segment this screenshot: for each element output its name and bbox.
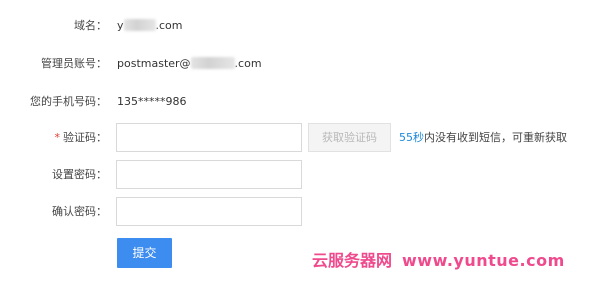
- submit-button[interactable]: 提交: [117, 238, 172, 268]
- countdown-text: 内没有收到短信，可重新获取: [424, 131, 567, 144]
- countdown-seconds: 55秒: [399, 131, 424, 144]
- admin-account-label: 管理员账号：: [41, 57, 107, 70]
- get-code-button[interactable]: 获取验证码: [308, 123, 391, 152]
- admin-account-suffix: .com: [234, 57, 262, 70]
- phone-value: 135*****986: [117, 95, 187, 108]
- admin-account-prefix: postmaster@: [117, 57, 191, 70]
- confirm-password-row: 确认密码：: [0, 197, 600, 227]
- domain-row: 域名： y .com: [0, 11, 600, 41]
- verify-code-row: * 验证码： 获取验证码 55秒内没有收到短信，可重新获取: [0, 123, 600, 153]
- phone-label: 您的手机号码：: [30, 95, 107, 108]
- required-mark: *: [54, 131, 61, 144]
- verify-code-label-wrap: * 验证码：: [55, 123, 108, 153]
- domain-suffix: .com: [155, 19, 183, 32]
- set-password-label: 设置密码：: [52, 168, 107, 181]
- watermark-brand: 云服务器网: [312, 251, 393, 270]
- watermark-url: www.yuntue.com: [402, 251, 565, 270]
- watermark: 云服务器网 www.yuntue.com: [312, 250, 565, 272]
- confirm-password-label: 确认密码：: [52, 205, 107, 218]
- verify-code-input[interactable]: [116, 123, 302, 152]
- domain-redacted: [123, 19, 156, 31]
- phone-row: 您的手机号码： 135*****986: [0, 87, 600, 117]
- countdown-message: 55秒内没有收到短信，可重新获取: [399, 123, 567, 153]
- set-password-input[interactable]: [116, 160, 302, 189]
- verify-code-label: 验证码：: [63, 131, 107, 144]
- confirm-password-input[interactable]: [116, 197, 302, 226]
- domain-label: 域名：: [74, 19, 107, 32]
- admin-account-value: postmaster@ .com: [117, 49, 262, 79]
- set-password-row: 设置密码：: [0, 160, 600, 190]
- admin-account-row: 管理员账号： postmaster@ .com: [0, 49, 600, 79]
- admin-account-redacted: [190, 57, 235, 69]
- domain-value: y .com: [117, 19, 183, 32]
